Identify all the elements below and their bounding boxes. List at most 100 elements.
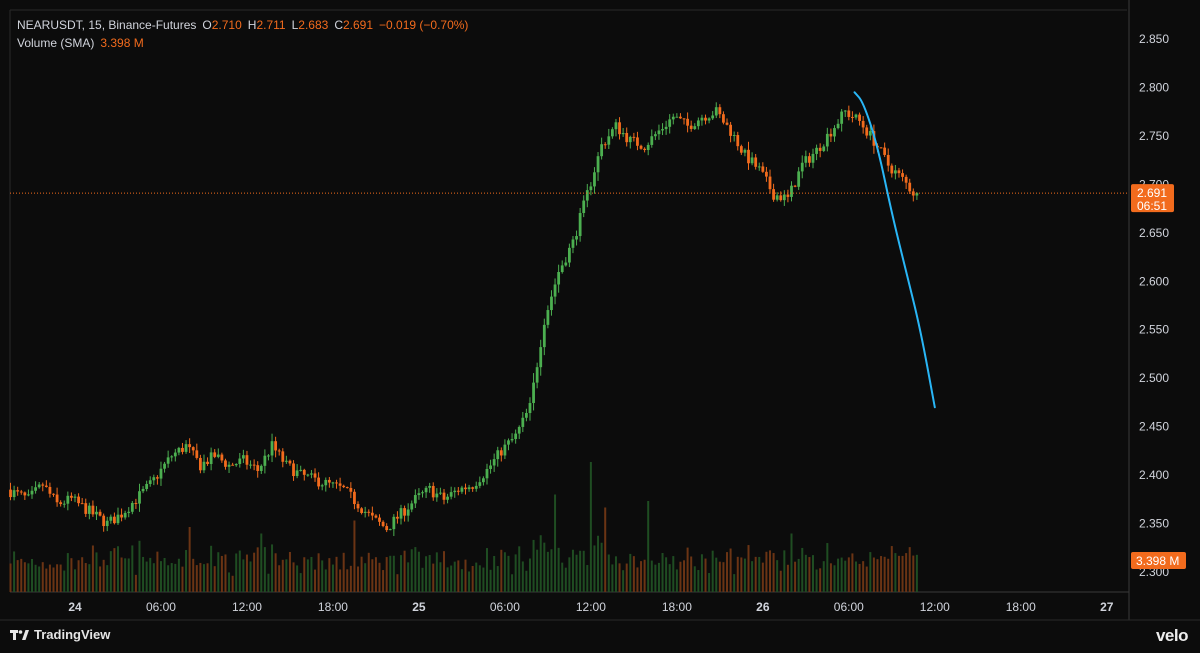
- volume-bar: [163, 557, 166, 592]
- candle-body: [657, 130, 661, 135]
- candle-body: [284, 460, 288, 462]
- volume-bar: [396, 574, 399, 592]
- volume-bar: [489, 569, 492, 592]
- candle-body: [259, 465, 263, 471]
- candle-body: [893, 170, 897, 174]
- candle-body: [84, 503, 88, 514]
- candle-body: [378, 517, 381, 522]
- volume-bar: [622, 570, 625, 592]
- volume-bar: [249, 561, 252, 592]
- volume-bar: [579, 550, 582, 592]
- candle-body: [765, 171, 768, 177]
- candle-body: [48, 486, 52, 494]
- candle-body: [317, 477, 321, 487]
- volume-bar: [389, 555, 392, 592]
- volume-bar: [686, 547, 689, 592]
- candle-body: [310, 473, 313, 475]
- volume-bar: [331, 564, 334, 592]
- volume-bar: [478, 565, 481, 592]
- candle-body: [865, 127, 869, 136]
- volume-bar: [48, 564, 51, 592]
- volume-bar: [63, 570, 66, 592]
- candle-body: [550, 296, 553, 311]
- volume-bar: [292, 562, 295, 592]
- price-chart[interactable]: 2.8502.8002.7502.7002.6502.6002.5502.500…: [0, 0, 1200, 653]
- volume-bar: [113, 548, 116, 592]
- candle-body: [385, 526, 389, 531]
- volume-bar: [106, 565, 109, 592]
- volume-label[interactable]: Volume (SMA): [17, 34, 94, 52]
- candle-body: [636, 137, 639, 146]
- candle-body: [184, 444, 188, 452]
- candle-body: [9, 489, 12, 498]
- low-value: 2.683: [298, 18, 329, 32]
- candle-body: [496, 450, 500, 460]
- candle-body: [754, 157, 758, 167]
- y-tick-label: 2.850: [1139, 32, 1169, 46]
- candle-body: [403, 508, 406, 516]
- volume-bar: [27, 563, 30, 592]
- candle-body: [614, 122, 618, 130]
- volume-bar: [410, 549, 413, 592]
- candle-body: [141, 488, 145, 492]
- candle-body: [363, 511, 367, 513]
- candle-body: [267, 455, 270, 457]
- y-tick-label: 2.450: [1139, 420, 1169, 434]
- volume-bar: [31, 558, 34, 592]
- volume-bar: [88, 564, 91, 592]
- candle-body: [306, 474, 310, 476]
- candle-body: [442, 492, 446, 500]
- candle-body: [16, 490, 20, 492]
- candle-body: [12, 490, 16, 498]
- symbol-label[interactable]: NEARUSDT, 15, Binance-Futures: [17, 16, 196, 34]
- candle-body: [679, 116, 682, 119]
- volume-bar: [102, 559, 105, 592]
- candle-body: [682, 118, 686, 120]
- volume-bar: [743, 558, 746, 592]
- candle-body: [55, 494, 59, 503]
- candle-body: [367, 511, 371, 513]
- volume-bar: [360, 556, 363, 592]
- candle-body: [904, 176, 908, 183]
- volume-bar: [167, 565, 170, 592]
- volume-bar: [228, 572, 231, 592]
- candle-body: [30, 490, 34, 495]
- volume-bar: [417, 551, 420, 592]
- candle-body: [517, 426, 521, 434]
- volume-bar: [131, 545, 134, 592]
- candle-body: [44, 485, 48, 487]
- volume-bar: [77, 560, 80, 592]
- volume-bar: [382, 570, 385, 592]
- candle-body: [449, 492, 453, 497]
- candle-body: [854, 114, 858, 118]
- volume-bar: [564, 567, 567, 592]
- volume-bar: [815, 569, 818, 592]
- candle-body: [87, 505, 91, 514]
- countdown-label: 06:51: [1137, 199, 1167, 213]
- volume-bar: [317, 553, 320, 592]
- candle-body: [507, 440, 510, 445]
- volume-bar: [833, 565, 836, 592]
- candle-body: [91, 505, 95, 515]
- volume-bar: [357, 566, 360, 592]
- volume-bar: [235, 553, 238, 592]
- x-tick-label: 27: [1100, 600, 1114, 614]
- volume-bar: [711, 550, 714, 592]
- volume-bar: [507, 555, 510, 592]
- candle-body: [879, 147, 883, 149]
- volume-bar: [496, 566, 499, 592]
- volume-bar: [120, 557, 123, 592]
- volume-bar: [819, 568, 822, 592]
- candle-body: [73, 496, 77, 498]
- candle-body: [700, 117, 704, 121]
- volume-bar: [661, 552, 664, 592]
- volume-bar: [715, 557, 718, 592]
- candle-body: [772, 189, 775, 200]
- chart-legend: NEARUSDT, 15, Binance-Futures O 2.710 H …: [17, 16, 468, 52]
- volume-bar: [149, 557, 152, 592]
- volume-bar: [880, 556, 883, 592]
- candle-body: [811, 153, 815, 163]
- tradingview-logo[interactable]: TradingView: [10, 627, 110, 642]
- candle-body: [560, 265, 564, 273]
- volume-bar: [915, 554, 918, 592]
